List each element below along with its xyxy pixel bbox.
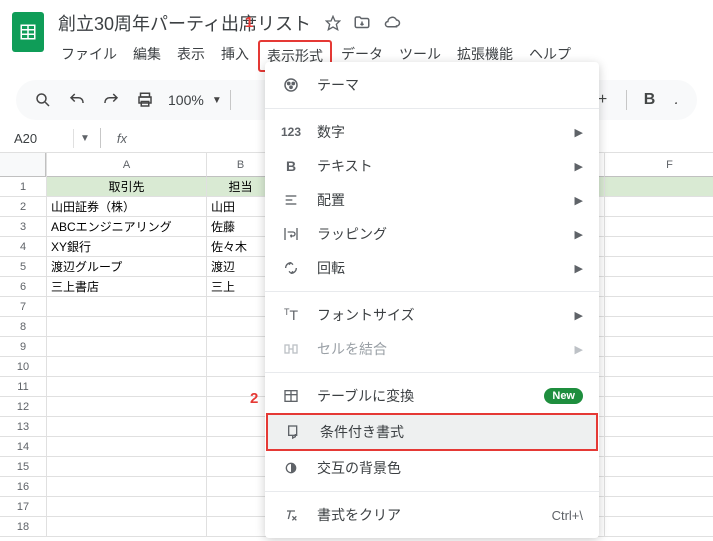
row-header[interactable]: 6 <box>0 277 46 297</box>
wrap-icon <box>281 226 301 242</box>
menu-clear-format[interactable]: 書式をクリア Ctrl+\ <box>265 498 599 532</box>
row-header[interactable]: 11 <box>0 377 46 397</box>
clear-format-icon <box>281 507 301 523</box>
row-header[interactable]: 8 <box>0 317 46 337</box>
star-icon[interactable] <box>325 15 341 31</box>
sheets-app-icon[interactable] <box>12 12 44 52</box>
menu-edit[interactable]: 編集 <box>126 40 168 72</box>
row-header[interactable]: 5 <box>0 257 46 277</box>
menu-align[interactable]: 配置 ▶ <box>265 183 599 217</box>
redo-icon[interactable] <box>96 85 126 115</box>
table-icon <box>281 388 301 404</box>
menu-number[interactable]: 123 数字 ▶ <box>265 115 599 149</box>
chevron-right-icon: ▶ <box>575 262 583 275</box>
move-folder-icon[interactable] <box>353 14 371 32</box>
shortcut-label: Ctrl+\ <box>552 508 583 523</box>
rotation-icon <box>281 260 301 276</box>
theme-icon <box>281 76 301 94</box>
name-box[interactable]: A20 <box>6 129 74 148</box>
menu-label: ラッピング <box>317 224 559 244</box>
menu-label: 回転 <box>317 258 559 278</box>
chevron-right-icon: ▶ <box>575 126 583 139</box>
format-menu-dropdown: テーマ 123 数字 ▶ B テキスト ▶ 配置 ▶ ラッピング ▶ 回転 ▶ … <box>265 62 599 538</box>
annotation-2: 2 <box>250 390 258 407</box>
new-badge: New <box>544 388 583 404</box>
cell[interactable]: 取引先 <box>47 177 207 197</box>
row-header[interactable]: 12 <box>0 397 46 417</box>
fontsize-icon: TT <box>281 307 301 323</box>
menu-label: 配置 <box>317 190 559 210</box>
row-header[interactable]: 15 <box>0 457 46 477</box>
alternating-icon <box>281 460 301 476</box>
chevron-right-icon: ▶ <box>575 343 583 356</box>
menu-label: テーブルに変換 <box>317 386 528 406</box>
row-header[interactable]: 10 <box>0 357 46 377</box>
menu-fontsize[interactable]: TT フォントサイズ ▶ <box>265 298 599 332</box>
print-icon[interactable] <box>130 85 160 115</box>
row-header[interactable]: 17 <box>0 497 46 517</box>
cloud-status-icon[interactable] <box>383 14 401 32</box>
menu-alternating-colors[interactable]: 交互の背景色 <box>265 451 599 485</box>
row-header[interactable]: 13 <box>0 417 46 437</box>
chevron-right-icon: ▶ <box>575 309 583 322</box>
select-all-corner[interactable] <box>0 153 46 177</box>
col-header[interactable]: A <box>47 153 207 177</box>
number-icon: 123 <box>281 125 301 139</box>
chevron-right-icon: ▶ <box>575 160 583 173</box>
row-header[interactable]: 1 <box>0 177 46 197</box>
undo-icon[interactable] <box>62 85 92 115</box>
menu-text[interactable]: B テキスト ▶ <box>265 149 599 183</box>
menu-label: テキスト <box>317 156 559 176</box>
chevron-right-icon: ▶ <box>575 194 583 207</box>
align-icon <box>281 192 301 208</box>
row-header[interactable]: 4 <box>0 237 46 257</box>
menu-label: セルを結合 <box>317 339 559 359</box>
menu-insert[interactable]: 挿入 <box>214 40 256 72</box>
cell[interactable] <box>605 177 713 197</box>
row-header[interactable]: 16 <box>0 477 46 497</box>
bold-icon[interactable]: B <box>635 85 665 115</box>
merge-icon <box>281 341 301 357</box>
bold-icon: B <box>281 158 301 174</box>
menu-rotation[interactable]: 回転 ▶ <box>265 251 599 285</box>
menu-merge: セルを結合 ▶ <box>265 332 599 366</box>
search-icon[interactable] <box>28 85 58 115</box>
menu-label: 書式をクリア <box>317 505 536 525</box>
menu-theme[interactable]: テーマ <box>265 68 599 102</box>
menu-convert-table[interactable]: テーブルに変換 New <box>265 379 599 413</box>
row-header[interactable]: 9 <box>0 337 46 357</box>
cell[interactable]: 三上書店 <box>47 277 207 297</box>
row-header[interactable]: 2 <box>0 197 46 217</box>
col-header[interactable]: F <box>605 153 713 177</box>
row-header[interactable]: 18 <box>0 517 46 537</box>
annotation-1: 1 <box>245 14 253 31</box>
menu-view[interactable]: 表示 <box>170 40 212 72</box>
cell[interactable]: ABCエンジニアリング <box>47 217 207 237</box>
menu-label: 交互の背景色 <box>317 458 583 478</box>
cell[interactable]: 渡辺グループ <box>47 257 207 277</box>
zoom-dropdown[interactable]: 100% <box>164 92 208 108</box>
row-header[interactable]: 7 <box>0 297 46 317</box>
menu-wrapping[interactable]: ラッピング ▶ <box>265 217 599 251</box>
menu-conditional-format[interactable]: 条件付き書式 <box>266 413 598 451</box>
menu-label: 条件付き書式 <box>320 422 580 442</box>
row-header[interactable]: 3 <box>0 217 46 237</box>
menu-label: フォントサイズ <box>317 305 559 325</box>
chevron-right-icon: ▶ <box>575 228 583 241</box>
document-title[interactable]: 創立30周年パーティ出席リスト <box>54 8 315 38</box>
menu-label: 数字 <box>317 122 559 142</box>
row-header[interactable]: 14 <box>0 437 46 457</box>
cell[interactable]: XY銀行 <box>47 237 207 257</box>
fx-icon: fx <box>105 131 139 146</box>
menu-label: テーマ <box>317 75 583 95</box>
menu-file[interactable]: ファイル <box>54 40 124 72</box>
cell[interactable]: 山田証券（株） <box>47 197 207 217</box>
conditional-format-icon <box>284 424 304 440</box>
